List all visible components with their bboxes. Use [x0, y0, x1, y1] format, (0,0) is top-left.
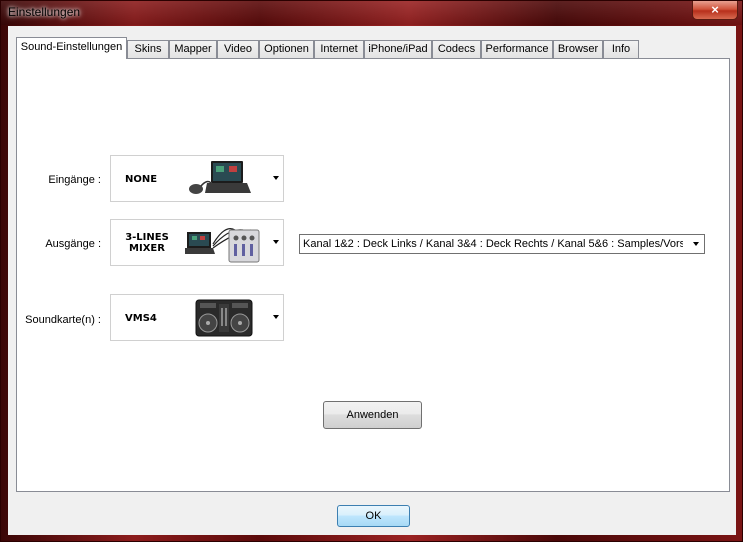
tab-browser[interactable]: Browser: [553, 40, 603, 58]
tab-skins[interactable]: Skins: [127, 40, 169, 58]
dj-controller-icon: [195, 299, 253, 337]
output-routing-select[interactable]: Kanal 1&2 : Deck Links / Kanal 3&4 : Dec…: [299, 234, 705, 254]
soundcard-label: Soundkarte(n) :: [25, 314, 101, 326]
tab-performance[interactable]: Performance: [481, 40, 553, 58]
laptop-mixer-icon: [185, 228, 260, 263]
tab-mapper[interactable]: Mapper: [169, 40, 217, 58]
inputs-label: Eingänge :: [48, 174, 101, 186]
outputs-label: Ausgänge :: [45, 238, 101, 250]
tab-info[interactable]: Info: [603, 40, 639, 58]
tab-codecs[interactable]: Codecs: [432, 40, 481, 58]
chevron-down-icon: [273, 176, 279, 180]
soundcard-value: VMS4: [125, 313, 157, 324]
window-title: Einstellungen: [8, 5, 81, 19]
outputs-value-line2: MIXER: [129, 243, 165, 254]
apply-button[interactable]: Anwenden: [323, 401, 422, 429]
outputs-value-line1: 3-LINES: [125, 232, 169, 243]
output-routing-value: Kanal 1&2 : Deck Links / Kanal 3&4 : Dec…: [303, 238, 683, 250]
chevron-down-icon: [273, 315, 279, 319]
close-button[interactable]: ×: [692, 1, 738, 20]
inputs-dropdown[interactable]: NONE: [110, 155, 284, 202]
tab-internet[interactable]: Internet: [314, 40, 364, 58]
laptop-device-icon: [189, 161, 251, 194]
dialog-client-area: Sound-Einstellungen Skins Mapper Video O…: [8, 26, 736, 535]
chevron-down-icon: [693, 242, 699, 246]
sound-settings-panel: Eingänge : NONE Ausgänge : 3-LINES MIXER…: [16, 58, 730, 492]
tab-sound-einstellungen[interactable]: Sound-Einstellungen: [16, 37, 127, 59]
tab-video[interactable]: Video: [217, 40, 259, 58]
outputs-dropdown[interactable]: 3-LINES MIXER: [110, 219, 284, 266]
settings-window: Einstellungen × Sound-Einstellungen Skin…: [0, 0, 743, 542]
soundcard-dropdown[interactable]: VMS4: [110, 294, 284, 341]
title-bar[interactable]: Einstellungen ×: [1, 1, 742, 25]
inputs-value: NONE: [125, 174, 158, 185]
tab-iphone-ipad[interactable]: iPhone/iPad: [364, 40, 432, 58]
tab-optionen[interactable]: Optionen: [259, 40, 314, 58]
ok-button[interactable]: OK: [337, 505, 410, 527]
chevron-down-icon: [273, 240, 279, 244]
